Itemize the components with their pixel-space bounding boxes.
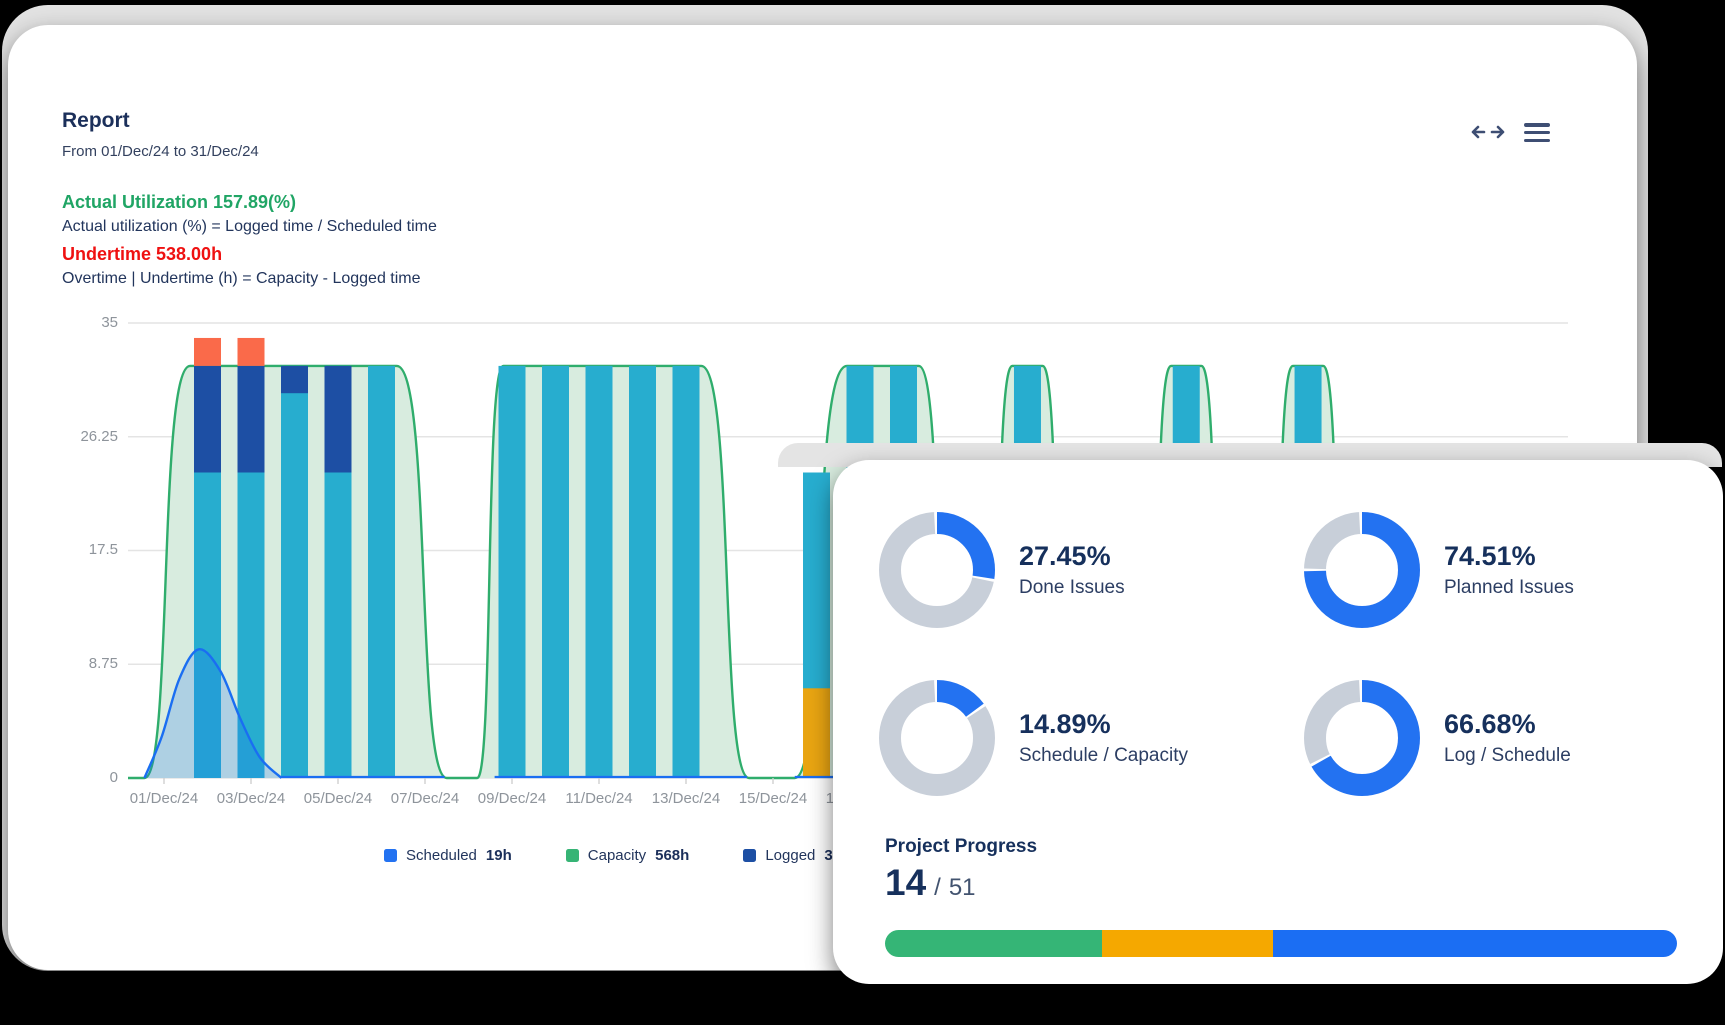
- progress-segment: [1273, 930, 1677, 957]
- stats-grid: 27.45% Done Issues 74.51% Planned Issues…: [879, 486, 1725, 822]
- legend-item-capacity[interactable]: Capacity 568h: [566, 847, 690, 864]
- legend-label: Capacity: [588, 847, 646, 864]
- actual-utilization-value: Actual Utilization 157.89(%): [62, 190, 437, 214]
- progress-separator: /: [934, 874, 941, 902]
- utilization-formula: Actual utilization (%) = Logged time / S…: [62, 216, 437, 237]
- progress-segment: [885, 930, 1102, 957]
- project-progress-bar: [885, 930, 1677, 957]
- x-axis-tick: 01/Dec/24: [122, 790, 206, 808]
- legend-item-scheduled[interactable]: Scheduled 19h: [384, 847, 512, 864]
- legend-value: 568h: [655, 847, 689, 864]
- undertime-formula: Overtime | Undertime (h) = Capacity - Lo…: [62, 268, 437, 289]
- x-axis-tick: 03/Dec/24: [209, 790, 293, 808]
- capacity-swatch-icon: [566, 849, 579, 862]
- project-progress-count: 14 / 51: [885, 862, 976, 904]
- expand-horizontal-icon[interactable]: [1470, 122, 1506, 147]
- x-axis-tick: 11/Dec/24: [557, 790, 641, 808]
- chart-legend: Scheduled 19h Capacity 568h Logged 30h: [384, 847, 850, 864]
- stat-percentage: 74.51%: [1444, 540, 1574, 572]
- stat-schedule-capacity: 14.89% Schedule / Capacity: [879, 654, 1304, 822]
- x-axis-tick: 07/Dec/24: [383, 790, 467, 808]
- stat-label: Planned Issues: [1444, 575, 1574, 601]
- report-header: Report From 01/Dec/24 to 31/Dec/24 Actua…: [62, 108, 437, 294]
- progress-total-count: 51: [949, 874, 976, 902]
- scheduled-swatch-icon: [384, 849, 397, 862]
- y-axis-tick: 35: [34, 314, 118, 332]
- stat-percentage: 66.68%: [1444, 708, 1571, 740]
- stat-done-issues: 27.45% Done Issues: [879, 486, 1304, 654]
- stats-overlay-card: 27.45% Done Issues 74.51% Planned Issues…: [833, 460, 1723, 984]
- x-axis-tick: 15/Dec/24: [731, 790, 815, 808]
- donut-chart-schedule-capacity: [879, 680, 995, 796]
- y-axis-tick: 17.5: [34, 541, 118, 559]
- project-progress-title: Project Progress: [885, 836, 1037, 858]
- page-title: Report: [62, 108, 437, 134]
- y-axis-tick: 8.75: [34, 655, 118, 673]
- page-background: { "header": { "title": "Report", "date_r…: [0, 0, 1725, 1025]
- progress-done-count: 14: [885, 862, 926, 904]
- donut-chart-done-issues: [879, 512, 995, 628]
- stat-percentage: 27.45%: [1019, 540, 1125, 572]
- legend-label: Logged: [765, 847, 815, 864]
- donut-chart-planned-issues: [1304, 512, 1420, 628]
- legend-label: Scheduled: [406, 847, 477, 864]
- donut-chart-log-schedule: [1304, 680, 1420, 796]
- x-axis-tick: 05/Dec/24: [296, 790, 380, 808]
- stat-planned-issues: 74.51% Planned Issues: [1304, 486, 1725, 654]
- stat-label: Schedule / Capacity: [1019, 743, 1188, 769]
- x-axis-tick: 13/Dec/24: [644, 790, 728, 808]
- undertime-value: Undertime 538.00h: [62, 242, 437, 266]
- logged-swatch-icon: [743, 849, 756, 862]
- y-axis-tick: 0: [34, 769, 118, 787]
- legend-value: 19h: [486, 847, 512, 864]
- x-axis-tick: 09/Dec/24: [470, 790, 554, 808]
- hamburger-menu-icon[interactable]: [1524, 123, 1550, 146]
- y-axis-tick: 26.25: [34, 428, 118, 446]
- stat-log-schedule: 66.68% Log / Schedule: [1304, 654, 1725, 822]
- stat-label: Log / Schedule: [1444, 743, 1571, 769]
- stat-label: Done Issues: [1019, 575, 1125, 601]
- progress-segment: [1102, 930, 1273, 957]
- report-date-range: From 01/Dec/24 to 31/Dec/24: [62, 142, 437, 162]
- stat-percentage: 14.89%: [1019, 708, 1188, 740]
